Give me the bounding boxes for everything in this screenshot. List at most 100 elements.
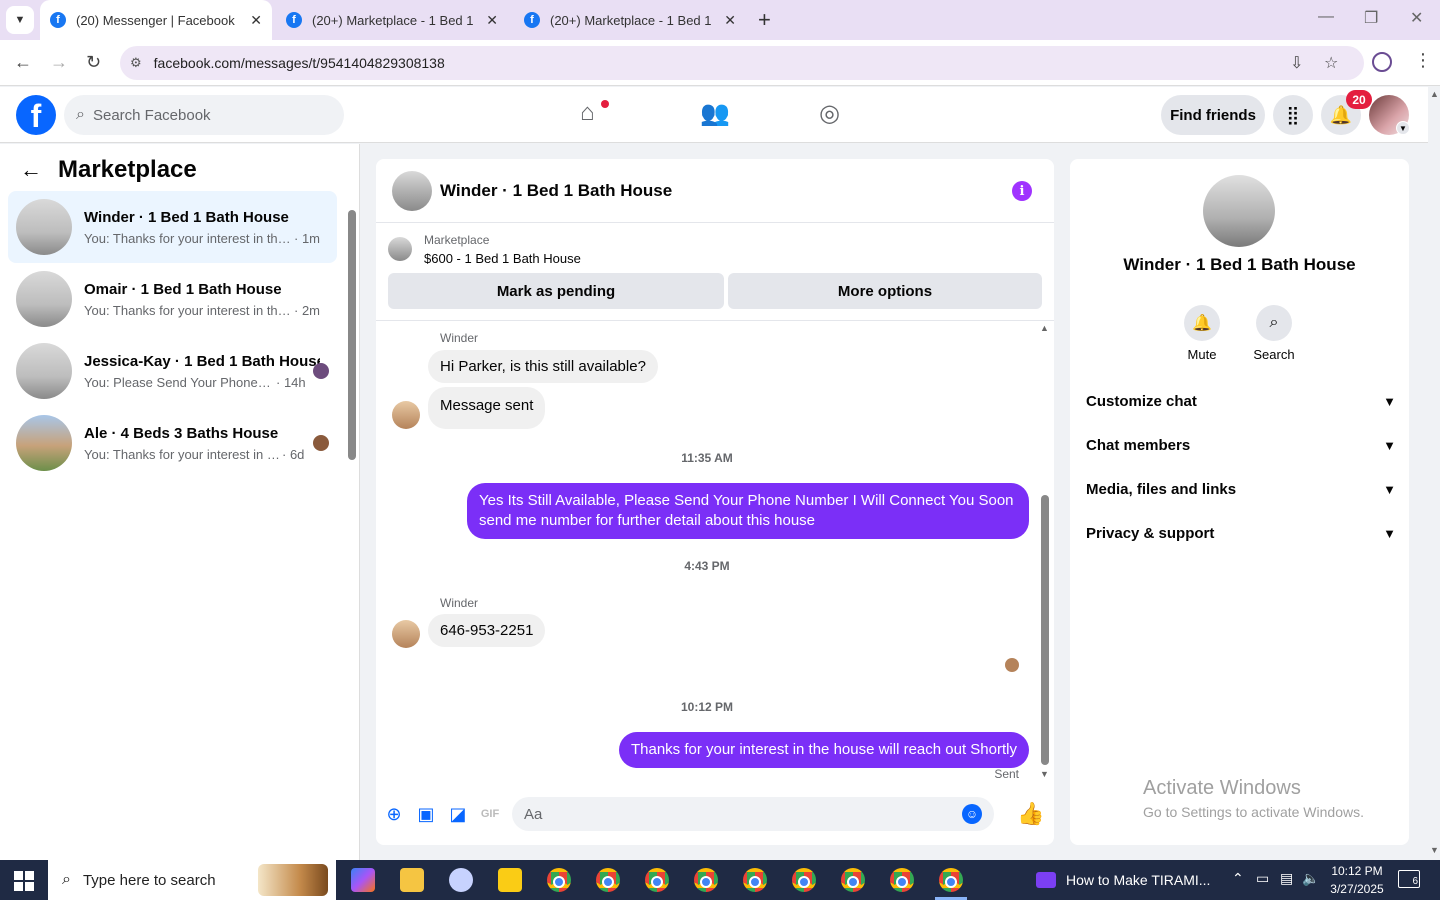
chrome-icon[interactable] — [841, 868, 865, 892]
reload-icon[interactable]: ↻ — [86, 52, 101, 73]
conversation-item[interactable]: Omair · 1 Bed 1 Bath House You: Thanks f… — [8, 263, 337, 335]
tab-marketplace-2[interactable]: f (20+) Marketplace - 1 Bed 1 Bath House… — [514, 0, 746, 40]
chrome-icon[interactable] — [792, 868, 816, 892]
chrome-icon[interactable] — [890, 868, 914, 892]
sticky-notes-icon[interactable] — [498, 868, 522, 892]
network-icon[interactable]: ▤ — [1280, 870, 1293, 887]
close-window-icon[interactable]: ✕ — [1410, 8, 1423, 28]
conversation-item[interactable]: Jessica-Kay · 1 Bed 1 Bath House You: Pl… — [8, 335, 337, 407]
gif-icon[interactable]: GIF — [479, 803, 501, 825]
chat-title[interactable]: Winder · 1 Bed 1 Bath House — [440, 181, 672, 201]
back-arrow-icon[interactable]: ← — [14, 52, 32, 73]
outgoing-message[interactable]: Yes Its Still Available, Please Send You… — [467, 483, 1029, 539]
facebook-favicon-icon: f — [50, 12, 66, 28]
volume-icon[interactable]: 🔈 — [1302, 870, 1319, 887]
facebook-search-input[interactable]: ⌕ Search Facebook — [64, 95, 344, 135]
message-input[interactable]: Aa ☺ — [512, 797, 994, 831]
minimize-icon[interactable]: — — [1318, 8, 1334, 26]
scroll-down-arrow-icon[interactable]: ▼ — [1430, 845, 1439, 855]
groups-icon[interactable]: ◎ — [819, 99, 840, 128]
media-files-links-section[interactable]: Media, files and links ▼ — [1086, 469, 1396, 509]
clock-date: 3/27/2025 — [1330, 882, 1384, 896]
conversation-item[interactable]: Winder · 1 Bed 1 Bath House You: Thanks … — [8, 191, 337, 263]
close-tab-icon[interactable]: ✕ — [250, 12, 262, 29]
close-tab-icon[interactable]: ✕ — [486, 12, 498, 29]
scrollbar-thumb[interactable] — [348, 210, 356, 460]
windows-start-icon[interactable] — [14, 871, 34, 891]
listing-thumbnail[interactable] — [388, 237, 412, 261]
scroll-up-arrow-icon[interactable]: ▲ — [1040, 323, 1049, 333]
taskbar-search-input[interactable]: ⌕ Type here to search — [48, 860, 336, 900]
browser-profile-icon[interactable] — [1372, 52, 1392, 72]
conversation-name: Winder · 1 Bed 1 Bath House — [84, 208, 289, 226]
conversation-avatar[interactable] — [1203, 175, 1275, 247]
chrome-icon[interactable] — [694, 868, 718, 892]
file-explorer-icon[interactable] — [400, 868, 424, 892]
sender-avatar[interactable] — [392, 620, 420, 648]
chevron-down-icon[interactable]: ▼ — [1396, 121, 1410, 135]
listing-price-title[interactable]: $600 - 1 Bed 1 Bath House — [424, 251, 581, 266]
browser-menu-icon[interactable]: ⋮ — [1414, 50, 1432, 71]
incoming-message[interactable]: 646-953-2251 — [428, 614, 546, 647]
facebook-logo[interactable]: f — [16, 95, 56, 135]
scroll-up-arrow-icon[interactable]: ▲ — [1430, 89, 1439, 99]
photo-icon[interactable]: ▣ — [415, 803, 437, 825]
search-highlight-image — [258, 864, 328, 896]
mute-button[interactable]: 🔔 Mute — [1172, 305, 1232, 362]
new-tab-button[interactable]: + — [758, 8, 771, 32]
tab-search-button[interactable]: ▼ — [6, 6, 34, 34]
thumbs-up-icon[interactable]: 👍 — [1017, 801, 1044, 826]
install-app-icon[interactable]: ⇩ — [1290, 53, 1303, 73]
meet-now-icon[interactable]: ▭ — [1256, 870, 1269, 887]
page-scrollbar[interactable]: ▲ ▼ — [1428, 87, 1440, 860]
chrome-icon[interactable] — [645, 868, 669, 892]
home-icon[interactable]: ⌂ — [580, 99, 595, 127]
sender-name: Winder — [440, 596, 479, 610]
chrome-icon[interactable] — [743, 868, 767, 892]
action-center-icon[interactable]: 6 — [1398, 870, 1420, 888]
find-friends-button[interactable]: Find friends — [1161, 95, 1265, 135]
back-arrow-icon[interactable]: ← — [20, 157, 42, 183]
friends-icon[interactable]: 👥 — [700, 99, 730, 128]
scroll-down-arrow-icon[interactable]: ▼ — [1040, 769, 1049, 779]
tab-messenger[interactable]: f (20) Messenger | Facebook ✕ — [40, 0, 272, 40]
incoming-message[interactable]: Hi Parker, is this still available? — [428, 350, 658, 383]
menu-grid-icon[interactable]: ⣿ — [1273, 95, 1313, 135]
media-widget[interactable]: How to Make TIRAMI... — [1036, 860, 1210, 900]
search-conversation-button[interactable]: ⌕ Search — [1244, 305, 1304, 362]
listing-thumbnail — [16, 343, 72, 399]
site-settings-icon[interactable]: ⚙ — [130, 55, 142, 71]
more-options-button[interactable]: More options — [728, 273, 1042, 309]
plus-circle-icon[interactable]: ⊕ — [383, 803, 405, 825]
browser-tab-strip: ▼ f (20) Messenger | Facebook ✕ f (20+) … — [0, 0, 1440, 40]
conversation-item[interactable]: Ale · 4 Beds 3 Baths House You: Thanks f… — [8, 407, 337, 479]
chat-members-section[interactable]: Chat members ▼ — [1086, 425, 1396, 465]
restore-icon[interactable]: ❐ — [1364, 8, 1378, 28]
mark-as-pending-button[interactable]: Mark as pending — [388, 273, 724, 309]
snipping-tool-icon[interactable] — [449, 868, 473, 892]
forward-arrow-icon[interactable]: → — [50, 52, 68, 73]
outgoing-message[interactable]: Thanks for your interest in the house wi… — [618, 732, 1029, 768]
show-hidden-icons-icon[interactable]: ⌃ — [1232, 870, 1244, 887]
customize-chat-section[interactable]: Customize chat ▼ — [1086, 381, 1396, 421]
copilot-icon[interactable] — [351, 868, 375, 892]
privacy-support-section[interactable]: Privacy & support ▼ — [1086, 513, 1396, 553]
conversation-scrollbar[interactable] — [347, 204, 356, 460]
search-label: Search — [1253, 347, 1295, 362]
tab-marketplace-1[interactable]: f (20+) Marketplace - 1 Bed 1 Bath House… — [276, 0, 508, 40]
scrollbar-thumb[interactable] — [1041, 495, 1049, 765]
url-field[interactable]: ⚙ facebook.com/messages/t/95414048293081… — [120, 46, 1364, 80]
info-icon[interactable]: i — [1012, 181, 1032, 201]
chrome-icon[interactable] — [596, 868, 620, 892]
emoji-icon[interactable]: ☺ — [962, 804, 982, 824]
chrome-icon[interactable] — [939, 868, 963, 892]
bookmark-star-icon[interactable]: ☆ — [1324, 53, 1338, 73]
close-tab-icon[interactable]: ✕ — [724, 12, 736, 29]
sticker-icon[interactable]: ◪ — [447, 803, 469, 825]
chrome-icon[interactable] — [547, 868, 571, 892]
sender-avatar[interactable] — [392, 401, 420, 429]
chat-avatar[interactable] — [392, 170, 432, 211]
system-clock[interactable]: 10:12 PM 3/27/2025 — [1322, 862, 1392, 898]
incoming-message[interactable]: Message sent — [428, 387, 546, 429]
thread-scrollbar[interactable]: ▲ ▼ — [1038, 323, 1050, 779]
